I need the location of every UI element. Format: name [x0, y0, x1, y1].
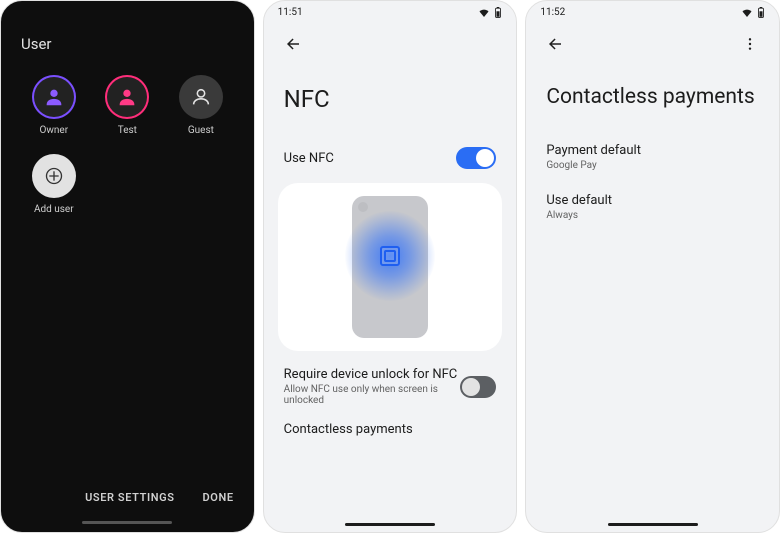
- arrow-back-icon: [546, 35, 564, 53]
- user-label: Owner: [39, 125, 68, 136]
- user-settings-button[interactable]: USER SETTINGS: [85, 491, 174, 504]
- use-default-label: Use default: [546, 193, 759, 208]
- add-user[interactable]: Add user: [19, 154, 89, 215]
- more-vert-icon: [742, 36, 758, 52]
- nfc-illustration: [278, 183, 503, 351]
- user-grid: Owner Test Guest: [1, 65, 254, 215]
- use-default-row[interactable]: Use default Always: [526, 183, 779, 233]
- person-icon: [116, 86, 138, 108]
- overflow-menu-button[interactable]: [733, 27, 767, 61]
- use-default-value: Always: [546, 210, 759, 221]
- back-button[interactable]: [538, 27, 572, 61]
- require-unlock-toggle[interactable]: [460, 376, 496, 398]
- nav-gesture-bar[interactable]: [82, 521, 172, 524]
- user-owner[interactable]: Owner: [19, 75, 89, 136]
- back-button[interactable]: [276, 27, 310, 61]
- user-switcher-screen: User Owner Test: [0, 0, 255, 533]
- status-bar: 11:52: [526, 1, 779, 23]
- contactless-payments-row[interactable]: Contactless payments: [264, 412, 517, 447]
- contactless-payments-label: Contactless payments: [284, 422, 413, 437]
- battery-icon: [494, 7, 502, 18]
- use-nfc-toggle[interactable]: [456, 147, 496, 169]
- plus-circle-icon: [44, 166, 64, 186]
- nfc-chip-icon: [380, 246, 400, 266]
- payment-default-label: Payment default: [546, 143, 759, 158]
- use-nfc-label: Use NFC: [284, 151, 334, 166]
- require-unlock-sub: Allow NFC use only when screen is unlock…: [284, 384, 461, 406]
- use-nfc-row[interactable]: Use NFC: [264, 137, 517, 179]
- wifi-icon: [478, 7, 490, 17]
- app-bar: [526, 23, 779, 59]
- phone-camera-dot: [358, 202, 368, 212]
- user-panel-title: User: [1, 1, 254, 65]
- payment-default-row[interactable]: Payment default Google Pay: [526, 133, 779, 183]
- avatar-test: [105, 75, 149, 119]
- nfc-settings-screen: 11:51 NFC Use NFC Require device unlock …: [263, 0, 518, 533]
- nav-gesture-bar[interactable]: [345, 523, 435, 526]
- add-user-circle: [32, 154, 76, 198]
- user-label: Guest: [188, 125, 214, 136]
- user-label: Add user: [34, 204, 74, 215]
- payment-default-value: Google Pay: [546, 160, 759, 171]
- status-bar: 11:51: [264, 1, 517, 23]
- nav-gesture-bar[interactable]: [608, 523, 698, 526]
- page-title: NFC: [264, 59, 517, 137]
- done-button[interactable]: DONE: [203, 491, 234, 504]
- require-unlock-label: Require device unlock for NFC: [284, 367, 461, 382]
- arrow-back-icon: [284, 35, 302, 53]
- battery-icon: [757, 7, 765, 18]
- user-footer: USER SETTINGS DONE: [1, 491, 254, 532]
- person-outline-icon: [190, 86, 212, 108]
- status-time: 11:52: [540, 7, 565, 18]
- avatar-owner: [32, 75, 76, 119]
- avatar-guest: [179, 75, 223, 119]
- app-bar: [264, 23, 517, 59]
- status-time: 11:51: [278, 7, 303, 18]
- user-test[interactable]: Test: [93, 75, 163, 136]
- person-icon: [43, 86, 65, 108]
- user-guest[interactable]: Guest: [166, 75, 236, 136]
- contactless-payments-screen: 11:52 Contactless payments Payment defau…: [525, 0, 780, 533]
- wifi-icon: [741, 7, 753, 17]
- require-unlock-row[interactable]: Require device unlock for NFC Allow NFC …: [264, 361, 517, 412]
- user-label: Test: [118, 125, 137, 136]
- nfc-glow: [345, 211, 435, 301]
- page-title: Contactless payments: [526, 59, 779, 133]
